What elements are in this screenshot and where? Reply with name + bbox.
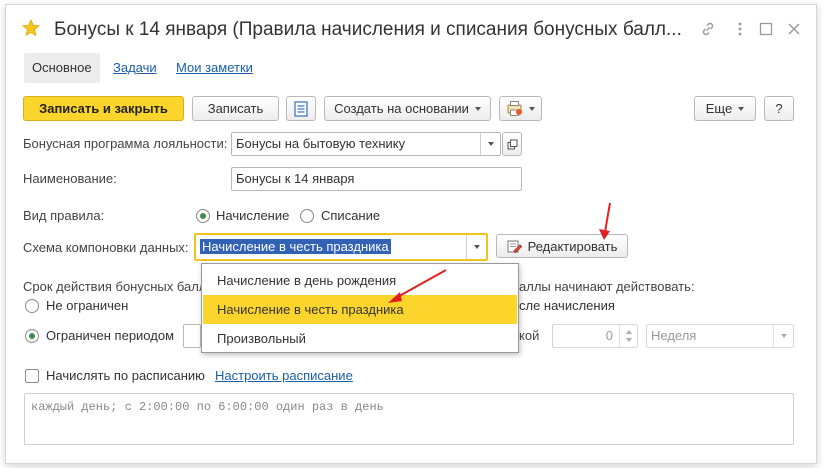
- koi-label: кой: [519, 328, 540, 343]
- window-title: Бонусы к 14 января (Правила начисления и…: [54, 19, 682, 40]
- program-value: Бонусы на бытовую технику: [236, 136, 406, 151]
- dropdown-item-birthday[interactable]: Начисление в день рождения: [203, 266, 517, 295]
- radio-limited[interactable]: [25, 329, 39, 343]
- chevron-down-icon: [529, 106, 535, 111]
- configure-schedule-link[interactable]: Настроить расписание: [215, 368, 353, 383]
- validity-start-label: аллы начинают действовать:: [519, 279, 695, 294]
- dropdown-item-holiday[interactable]: Начисление в честь праздника: [203, 295, 517, 324]
- maximize-icon[interactable]: [758, 21, 774, 37]
- title-bar: Бонусы к 14 января (Правила начисления и…: [6, 5, 816, 53]
- close-icon[interactable]: [786, 21, 802, 37]
- schema-dropdown-button[interactable]: [466, 235, 486, 259]
- more-icon[interactable]: [732, 21, 748, 37]
- period-number-field[interactable]: 0: [552, 324, 638, 348]
- print-icon: [507, 101, 522, 116]
- period-unit-value: Неделя: [651, 328, 697, 343]
- validity-label: Срок действия бонусных балл: [23, 279, 207, 294]
- radio-unlimited-label: Не ограничен: [46, 298, 129, 313]
- tab-main[interactable]: Основное: [24, 53, 100, 83]
- program-label: Бонусная программа лояльности:: [23, 136, 228, 151]
- dropdown-item-custom[interactable]: Произвольный: [203, 324, 517, 353]
- schedule-checkbox[interactable]: [25, 369, 39, 383]
- name-value: Бонусы к 14 января: [236, 171, 355, 186]
- form-window: Бонусы к 14 января (Правила начисления и…: [5, 4, 817, 464]
- chevron-down-icon: [473, 245, 480, 249]
- edit-icon: [507, 240, 522, 253]
- open-program-button[interactable]: [502, 132, 522, 156]
- tab-my-notes[interactable]: Мои заметки: [176, 53, 253, 83]
- radio-accrual-label: Начисление: [216, 208, 290, 223]
- print-menu-button[interactable]: [499, 96, 542, 121]
- spinner-icon: [626, 330, 632, 342]
- period-spinner[interactable]: [619, 325, 637, 347]
- create-based-on-button[interactable]: Создать на основании: [324, 96, 491, 121]
- after-accrual-label: сле начисления: [519, 298, 615, 313]
- more-button[interactable]: Еще: [694, 96, 756, 121]
- help-button[interactable]: ?: [764, 96, 794, 121]
- tab-tasks[interactable]: Задачи: [113, 53, 157, 83]
- period-field[interactable]: [183, 324, 201, 348]
- document-list-icon: [294, 100, 308, 117]
- open-icon: [507, 139, 517, 149]
- radio-accrual[interactable]: [196, 209, 210, 223]
- edit-schema-label: Редактировать: [527, 238, 618, 254]
- name-field[interactable]: Бонусы к 14 января: [231, 167, 522, 191]
- save-and-close-button[interactable]: Записать и закрыть: [23, 96, 184, 121]
- program-dropdown-button[interactable]: [480, 133, 500, 155]
- schedule-label: Начислять по расписанию: [46, 368, 205, 383]
- name-label: Наименование:: [23, 171, 117, 186]
- edit-schema-button[interactable]: Редактировать: [496, 234, 628, 258]
- create-based-on-label: Создать на основании: [334, 101, 469, 116]
- schema-label: Схема компоновки данных:: [23, 240, 189, 255]
- chevron-down-icon: [474, 106, 481, 111]
- radio-limited-label: Ограничен периодом: [46, 328, 175, 343]
- link-icon[interactable]: [700, 21, 716, 37]
- chevron-down-icon: [780, 334, 787, 338]
- save-button[interactable]: Записать: [192, 96, 279, 121]
- period-unit-dropdown-button[interactable]: [773, 325, 793, 347]
- schema-value: Начисление в честь праздника: [200, 239, 391, 254]
- chevron-down-icon: [487, 142, 494, 146]
- rule-type-label: Вид правила:: [23, 208, 105, 223]
- more-label: Еще: [705, 101, 733, 116]
- radio-write-off-label: Списание: [321, 208, 381, 223]
- period-unit-field[interactable]: Неделя: [646, 324, 794, 348]
- schema-field[interactable]: Начисление в честь праздника: [194, 233, 488, 261]
- period-number-value: 0: [605, 328, 613, 343]
- report-button[interactable]: [286, 96, 316, 121]
- radio-unlimited[interactable]: [25, 299, 39, 313]
- schedule-description: каждый день; с 2:00:00 по 6:00:00 один р…: [24, 393, 794, 445]
- program-field[interactable]: Бонусы на бытовую технику: [231, 132, 501, 156]
- star-icon[interactable]: [22, 19, 40, 37]
- schema-dropdown-list: Начисление в день рождения Начисление в …: [201, 263, 519, 353]
- schedule-description-text: каждый день; с 2:00:00 по 6:00:00 один р…: [31, 400, 384, 414]
- chevron-down-icon: [738, 106, 745, 111]
- radio-write-off[interactable]: [300, 209, 314, 223]
